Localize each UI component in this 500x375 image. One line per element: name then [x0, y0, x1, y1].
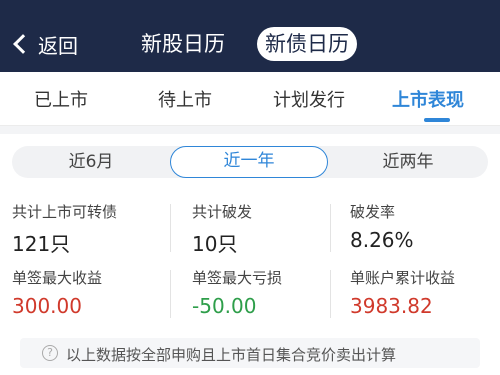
period-option-2y[interactable]: 近两年 — [328, 146, 488, 178]
subtab-pending[interactable]: 待上市 — [158, 86, 212, 112]
data-note: ? 以上数据按全部申购且上市首日集合竞价卖出计算 — [20, 338, 480, 368]
account-total-label: 单账户累计收益 — [350, 269, 456, 287]
back-label: 返回 — [38, 33, 78, 58]
subtab-listed[interactable]: 已上市 — [34, 86, 88, 112]
back-button[interactable]: 返回 — [10, 26, 78, 62]
period-selector: 近6月 近一年 近两年 — [12, 146, 488, 178]
note-text: 以上数据按全部申购且上市首日集合竞价卖出计算 — [66, 346, 397, 364]
header-bar: 返回 新股日历 新债日历 — [0, 0, 500, 72]
period-option-1y[interactable]: 近一年 — [170, 146, 328, 178]
column-divider — [170, 270, 171, 318]
section-divider — [0, 126, 500, 134]
subtab-planned[interactable]: 计划发行 — [273, 86, 345, 112]
broken-rate-value: 8.26% — [350, 228, 414, 252]
account-total-value: 3983.82 — [350, 294, 433, 318]
max-gain-value: 300.00 — [12, 294, 82, 318]
max-loss-label: 单签最大亏损 — [192, 269, 283, 287]
total-listed-label: 共计上市可转债 — [12, 203, 118, 221]
period-option-6m[interactable]: 近6月 — [12, 146, 170, 178]
column-divider — [330, 204, 331, 252]
total-broken-label: 共计破发 — [192, 203, 253, 221]
total-listed-value: 121只 — [12, 232, 71, 256]
subtab-performance[interactable]: 上市表现 — [392, 86, 464, 112]
total-broken-value: 10只 — [192, 232, 238, 256]
question-circle-icon[interactable]: ? — [42, 345, 58, 361]
tab-new-bond-calendar[interactable]: 新债日历 — [257, 27, 357, 61]
column-divider — [170, 204, 171, 252]
chevron-left-icon — [13, 34, 33, 54]
broken-rate-label: 破发率 — [350, 203, 396, 221]
max-loss-value: -50.00 — [192, 294, 257, 318]
column-divider — [330, 270, 331, 318]
max-gain-label: 单签最大收益 — [12, 269, 103, 287]
tab-new-stock-calendar[interactable]: 新股日历 — [133, 27, 233, 61]
active-tab-indicator — [424, 118, 450, 122]
sub-tab-bar: 已上市 待上市 计划发行 上市表现 — [0, 72, 500, 126]
